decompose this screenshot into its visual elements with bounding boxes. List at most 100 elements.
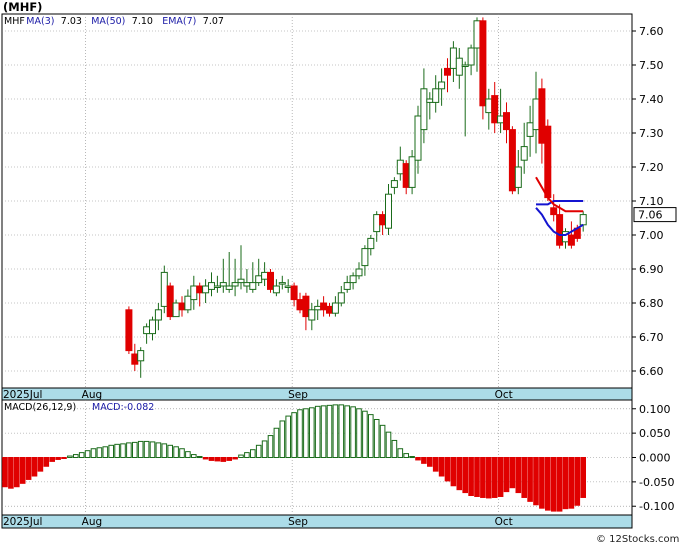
macd-bar <box>415 457 421 461</box>
candle-body <box>473 20 481 49</box>
macd-bar <box>31 457 38 477</box>
candle-body <box>267 271 274 290</box>
candle-body <box>520 146 528 161</box>
price-tick-label: 6.60 <box>639 365 664 378</box>
candle-body <box>131 353 139 365</box>
macd-bar <box>450 457 457 487</box>
macd-bar <box>403 453 409 458</box>
candle-body <box>373 214 381 233</box>
macd-tick-label: 0.100 <box>639 403 671 416</box>
candle-body <box>196 285 204 294</box>
candle-body <box>231 282 239 287</box>
macd-bar <box>173 446 179 459</box>
macd-bar <box>350 406 356 458</box>
candle-body <box>367 237 375 250</box>
macd-bar <box>303 408 309 458</box>
macd-bar <box>14 457 20 488</box>
candle-body <box>190 285 198 301</box>
macd-bar <box>332 404 339 459</box>
macd-bar <box>291 412 297 459</box>
macd-bar <box>25 457 32 480</box>
candle-body <box>326 305 333 314</box>
macd-bar <box>49 457 56 462</box>
price-tick-label: 6.80 <box>639 297 664 310</box>
candle-body <box>414 115 422 161</box>
macd-bar <box>385 431 392 458</box>
macd-bar <box>2 457 8 488</box>
macd-title: MACD(26,12,9) <box>4 402 76 413</box>
candle-body <box>438 81 446 90</box>
legend-label: MA(50) <box>91 16 125 27</box>
macd-bar <box>238 454 244 459</box>
candle-body <box>255 275 263 284</box>
macd-bar <box>297 409 303 458</box>
candle-body <box>361 248 369 267</box>
candle-body <box>308 309 316 321</box>
macd-bar <box>267 435 274 458</box>
price-tick-label: 7.00 <box>639 229 664 242</box>
legend-value: 7.07 <box>203 16 224 27</box>
legend-label: MHF <box>4 16 25 27</box>
copyright-footer: © 12Stocks.com <box>596 534 679 545</box>
macd-bar <box>326 404 333 458</box>
macd-bar <box>368 414 374 459</box>
macd-bar <box>78 452 85 458</box>
candle-body <box>526 122 534 137</box>
macd-bar <box>545 457 551 511</box>
candle-body <box>556 214 564 246</box>
macd-bar <box>391 439 398 458</box>
macd-bar <box>273 427 280 459</box>
candle-body <box>420 88 428 131</box>
price-tick-label: 6.90 <box>639 263 664 276</box>
macd-bar <box>226 457 232 461</box>
price-tick-label: 7.20 <box>639 161 664 174</box>
candle-body <box>385 193 392 229</box>
candle-body <box>379 214 387 226</box>
macd-bar <box>232 457 238 460</box>
macd-bar <box>179 448 185 459</box>
date-label: Aug <box>82 389 103 401</box>
macd-bar <box>521 457 528 498</box>
candle-body <box>467 47 475 66</box>
macd-bar <box>314 405 321 458</box>
macd-bar <box>409 456 415 459</box>
candle-body <box>219 282 227 287</box>
macd-bar <box>255 444 262 459</box>
candle-body <box>402 163 410 188</box>
candle-body <box>455 57 463 76</box>
candle-body <box>290 285 298 301</box>
candle-body <box>331 302 339 314</box>
candle-body <box>514 166 522 188</box>
macd-bar <box>214 457 221 462</box>
macd-bar <box>191 454 197 458</box>
date-label: Aug <box>82 516 103 528</box>
date-label: Sep <box>288 516 308 528</box>
candle-body <box>261 271 269 280</box>
macd-bar <box>167 444 173 459</box>
price-tick-label: 7.30 <box>639 127 664 140</box>
candle-body <box>302 295 310 318</box>
candle-body <box>208 282 215 290</box>
macd-bar <box>474 457 480 497</box>
stock-chart: 7.60 7.50 7.40 7.30 7.20 7.10 7.00 6.90 6.80 6.70… <box>0 0 680 546</box>
price-legend: MHF MA(3) 7.03 MA(50) 7.10 EMA(7) 7.07 <box>4 16 224 27</box>
candle-body <box>149 319 156 335</box>
macd-bar <box>8 457 14 489</box>
macd-bar <box>149 441 156 458</box>
candle-body <box>538 88 546 144</box>
macd-bar <box>338 404 345 459</box>
macd-bar <box>143 440 150 459</box>
legend-value: 7.10 <box>132 16 153 27</box>
date-label: 2025Jul <box>3 516 42 528</box>
candle-body <box>337 292 345 304</box>
macd-bar <box>67 455 73 459</box>
macd-bar <box>574 457 581 506</box>
macd-bar <box>568 457 575 509</box>
macd-bar <box>462 457 468 494</box>
macd-bar <box>356 408 362 458</box>
price-tick-label: 7.40 <box>639 93 664 106</box>
macd-bar <box>114 443 120 459</box>
candle-body <box>390 180 398 188</box>
candle-body <box>137 350 145 362</box>
macd-bar <box>515 457 522 494</box>
